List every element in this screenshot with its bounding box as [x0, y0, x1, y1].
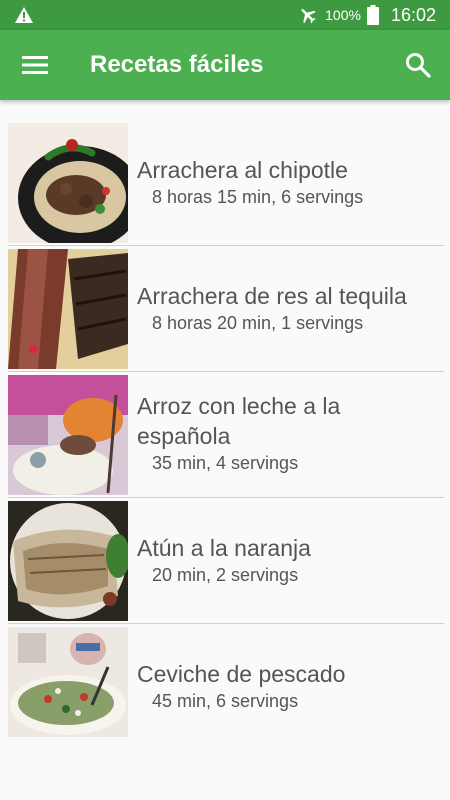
battery-icon: [366, 5, 379, 25]
warning-icon: [15, 7, 33, 23]
app-title: Recetas fáciles: [90, 51, 264, 78]
recipe-meta: 20 min, 2 servings: [152, 565, 299, 585]
search-icon[interactable]: [404, 51, 432, 79]
recipe-text: Ceviche de pescado 45 min, 6 servings: [137, 659, 440, 712]
recipe-item[interactable]: Arrachera al chipotle 8 horas 15 min, 6 …: [0, 120, 450, 246]
recipe-thumbnail: [8, 501, 128, 621]
clock: 16:02: [390, 4, 436, 25]
recipe-text: Arroz con leche a la española 35 min, 4 …: [137, 391, 440, 474]
recipe-thumbnail: [8, 249, 128, 369]
recipe-text: Arrachera al chipotle 8 horas 15 min, 6 …: [137, 155, 440, 208]
menu-icon[interactable]: [22, 53, 48, 77]
recipe-item[interactable]: Arrachera de res al tequila 8 horas 20 m…: [0, 246, 450, 372]
recipe-meta: 8 horas 20 min, 1 servings: [152, 313, 364, 333]
recipe-item[interactable]: Arroz con leche a la española 35 min, 4 …: [0, 372, 450, 498]
recipe-meta: 35 min, 4 servings: [152, 453, 299, 473]
recipe-thumbnail: [8, 123, 128, 243]
app-bar: Recetas fáciles: [0, 30, 450, 100]
recipe-item[interactable]: Atún a la naranja 20 min, 2 servings: [0, 498, 450, 624]
recipe-thumbnail: [8, 375, 128, 495]
recipe-name: Ceviche de pescado: [137, 661, 346, 687]
recipe-name: Arroz con leche a la española: [137, 393, 341, 449]
recipe-thumbnail: [8, 627, 128, 737]
recipe-meta: 8 horas 15 min, 6 servings: [152, 187, 364, 207]
recipe-text: Atún a la naranja 20 min, 2 servings: [137, 533, 440, 586]
airplane-mode-icon: [301, 9, 316, 24]
recipe-name: Atún a la naranja: [137, 535, 311, 561]
recipe-text: Arrachera de res al tequila 8 horas 20 m…: [137, 281, 440, 334]
recipe-item[interactable]: Ceviche de pescado 45 min, 6 servings: [0, 624, 450, 750]
recipe-name: Arrachera de res al tequila: [137, 283, 407, 309]
battery-percent: 100%: [325, 7, 361, 23]
recipe-name: Arrachera al chipotle: [137, 157, 348, 183]
recipe-meta: 45 min, 6 servings: [152, 691, 299, 711]
status-bar: 100% 16:02: [0, 0, 450, 30]
